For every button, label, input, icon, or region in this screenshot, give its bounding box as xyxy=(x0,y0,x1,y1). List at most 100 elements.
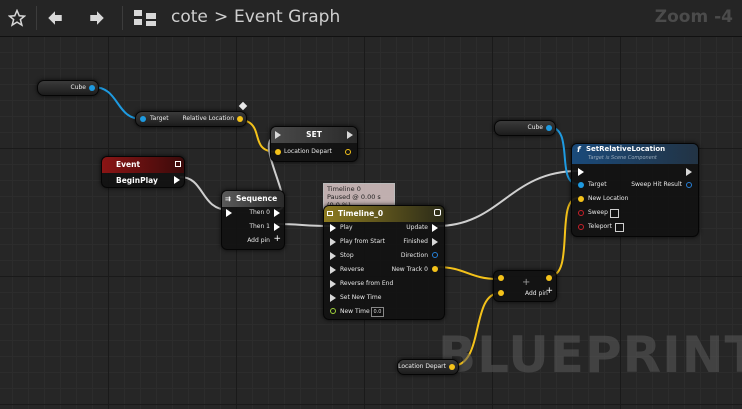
timeline-finished-pin[interactable] xyxy=(432,238,438,246)
function-icon: f xyxy=(577,145,581,154)
set-location-label: Location Depart xyxy=(284,148,332,155)
location-depart-label: Location Depart xyxy=(398,363,446,370)
breadcrumb-root[interactable]: cote xyxy=(171,7,208,27)
timeline-finished-label: Finished xyxy=(403,238,428,245)
wire-track-to-add xyxy=(436,266,498,280)
cube-output-pin[interactable] xyxy=(89,85,95,91)
add-pin-icon[interactable]: + xyxy=(273,234,281,244)
sequence-then1-pin[interactable] xyxy=(274,223,280,231)
loop-icon xyxy=(434,209,441,216)
graph-canvas[interactable]: BLUEPRINT Cube Target Relative Location … xyxy=(0,37,742,409)
event-beginplay-node[interactable]: Event BeginPlay xyxy=(101,156,185,188)
cube-variable-node[interactable]: Cube xyxy=(37,80,99,96)
sequence-add-pin-label[interactable]: Add pin xyxy=(247,237,270,244)
setrel-newlocation-label: New Location xyxy=(588,195,629,202)
timeline-icon xyxy=(327,211,333,216)
sequence-exec-in-pin[interactable] xyxy=(226,209,232,217)
timeline-stop-label: Stop xyxy=(340,252,354,259)
timeline-header: Timeline_0 xyxy=(324,206,444,222)
set-node[interactable]: SET Location Depart xyxy=(270,126,358,162)
relloc-target-label: Target xyxy=(150,115,169,122)
setrel-exec-out-pin[interactable] xyxy=(686,168,692,176)
timeline-play-pin[interactable] xyxy=(330,224,336,232)
add-symbol: + xyxy=(522,277,531,288)
set-node-title: SET xyxy=(306,130,322,139)
setrel-sweep-pin[interactable] xyxy=(578,210,584,216)
setrel-newlocation-pin[interactable] xyxy=(578,196,584,202)
add-pin-icon[interactable]: + xyxy=(545,286,553,296)
timeline-newtrack-label: New Track 0 xyxy=(391,266,428,273)
add-node[interactable]: + Add pin + xyxy=(493,270,557,302)
cube-variable-label-2: Cube xyxy=(527,124,544,131)
set-location-in-pin[interactable] xyxy=(275,149,281,155)
set-relative-location-node[interactable]: f SetRelativeLocation Target is Scene Co… xyxy=(571,143,699,237)
timeline-setnewtime-pin[interactable] xyxy=(330,294,336,302)
location-depart-out-pin[interactable] xyxy=(449,364,455,370)
sequence-title: Sequence xyxy=(236,194,278,203)
add-node-add-pin-label[interactable]: Add pin xyxy=(525,290,548,297)
timeline-update-label: Update xyxy=(406,224,428,231)
setrel-header: f SetRelativeLocation Target is Scene Co… xyxy=(572,144,698,164)
timeline-reverse-label: Reverse xyxy=(340,266,365,273)
sequence-then0-pin[interactable] xyxy=(274,209,280,217)
timeline-newtime-value[interactable]: 0.0 xyxy=(371,307,384,317)
setrel-teleport-label: Teleport xyxy=(588,223,612,230)
setrel-subtitle: Target is Scene Component xyxy=(588,155,657,161)
timeline-update-pin[interactable] xyxy=(432,224,438,232)
beginplay-title: Event BeginPlay xyxy=(116,160,158,185)
timeline-stop-pin[interactable] xyxy=(330,252,336,260)
relative-location-node[interactable]: Target Relative Location xyxy=(135,111,247,127)
sequence-then1-label: Then 1 xyxy=(249,223,270,230)
cube-output-pin-2[interactable] xyxy=(546,125,552,131)
timeline-reversefromend-pin[interactable] xyxy=(330,280,336,288)
timeline-play-label: Play xyxy=(340,224,353,231)
teleport-checkbox[interactable] xyxy=(615,223,624,232)
toolbar: cote > Event Graph Zoom -4 xyxy=(0,0,742,37)
blueprint-watermark: BLUEPRINT xyxy=(438,326,742,384)
timeline-direction-pin[interactable] xyxy=(432,252,438,258)
blueprint-graph-icon[interactable] xyxy=(130,4,160,32)
sequence-node[interactable]: ⇉ Sequence Then 0 Then 1 Add pin + xyxy=(221,190,285,250)
cube-variable-node-2[interactable]: Cube xyxy=(494,120,556,136)
set-location-out-pin[interactable] xyxy=(345,149,351,155)
set-exec-in-pin[interactable] xyxy=(275,131,281,139)
relloc-output-pin[interactable] xyxy=(237,116,243,122)
back-arrow-icon[interactable] xyxy=(42,4,68,32)
sequence-header: ⇉ Sequence xyxy=(222,191,284,207)
sequence-icon: ⇉ xyxy=(225,195,231,203)
set-node-header: SET xyxy=(271,127,357,143)
add-output-pin[interactable] xyxy=(546,275,552,281)
add-input-a-pin[interactable] xyxy=(498,275,504,281)
timeline-playfromstart-pin[interactable] xyxy=(330,238,336,246)
timeline-node[interactable]: Timeline_0 Play Play from Start Stop Rev… xyxy=(323,205,445,320)
set-exec-out-pin[interactable] xyxy=(347,131,353,139)
sweep-checkbox[interactable] xyxy=(610,209,619,218)
timeline-newtime-pin[interactable] xyxy=(330,308,336,314)
sequence-then0-label: Then 0 xyxy=(249,209,270,216)
timeline-newtrack-pin[interactable] xyxy=(432,266,438,272)
setrel-sweephit-pin[interactable] xyxy=(686,182,692,188)
setrel-target-pin[interactable] xyxy=(578,182,584,188)
add-input-b-pin[interactable] xyxy=(498,290,504,296)
beginplay-header: Event BeginPlay xyxy=(102,157,184,185)
location-depart-node[interactable]: Location Depart xyxy=(397,359,459,375)
timeline-direction-label: Direction xyxy=(400,252,428,259)
setrel-title: SetRelativeLocation xyxy=(586,145,666,153)
timeline-reverse-pin[interactable] xyxy=(330,266,336,274)
relloc-target-pin[interactable] xyxy=(140,116,146,122)
toolbar-separator xyxy=(36,6,37,30)
timeline-reversefromend-label: Reverse from End xyxy=(340,280,394,287)
setrel-exec-in-pin[interactable] xyxy=(578,168,584,176)
timeline-playfromstart-label: Play from Start xyxy=(340,238,385,245)
setrel-teleport-pin[interactable] xyxy=(578,224,584,230)
star-icon[interactable] xyxy=(4,4,30,32)
timeline-title: Timeline_0 xyxy=(338,209,384,218)
setrel-sweephit-label: Sweep Hit Result xyxy=(631,181,682,188)
setrel-sweep-label: Sweep xyxy=(588,209,608,216)
forward-arrow-icon[interactable] xyxy=(84,4,110,32)
breadcrumb-current[interactable]: Event Graph xyxy=(234,7,340,27)
beginplay-exec-out-pin[interactable] xyxy=(174,176,180,184)
zoom-level: Zoom -4 xyxy=(654,7,733,27)
cube-variable-label: Cube xyxy=(70,84,87,91)
timeline-comment-line1: Timeline 0 xyxy=(327,185,361,193)
